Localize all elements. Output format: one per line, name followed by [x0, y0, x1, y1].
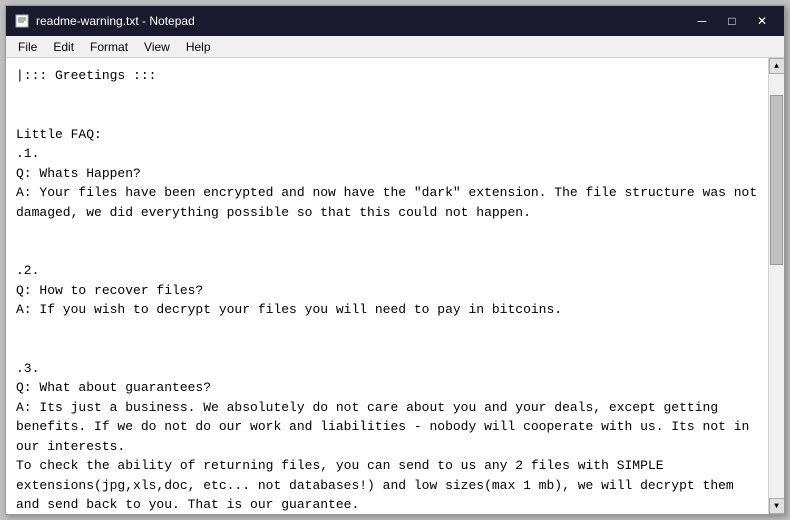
- scroll-thumb[interactable]: [770, 95, 783, 265]
- scroll-up-button[interactable]: ▲: [769, 58, 785, 74]
- text-editor[interactable]: |::: Greetings ::: Little FAQ: .1. Q: Wh…: [6, 58, 768, 514]
- window-title: readme-warning.txt - Notepad: [36, 14, 688, 28]
- menu-edit[interactable]: Edit: [45, 37, 82, 57]
- menu-bar: File Edit Format View Help: [6, 36, 784, 58]
- title-bar: readme-warning.txt - Notepad ─ □ ✕: [6, 6, 784, 36]
- notepad-window: readme-warning.txt - Notepad ─ □ ✕ File …: [5, 5, 785, 515]
- close-button[interactable]: ✕: [748, 11, 776, 31]
- scroll-track[interactable]: [769, 74, 784, 498]
- window-icon: [14, 13, 30, 29]
- menu-help[interactable]: Help: [178, 37, 219, 57]
- maximize-button[interactable]: □: [718, 11, 746, 31]
- scroll-down-button[interactable]: ▼: [769, 498, 785, 514]
- scrollbar[interactable]: ▲ ▼: [768, 58, 784, 514]
- window-controls: ─ □ ✕: [688, 11, 776, 31]
- menu-file[interactable]: File: [10, 37, 45, 57]
- menu-view[interactable]: View: [136, 37, 178, 57]
- menu-format[interactable]: Format: [82, 37, 136, 57]
- content-wrapper: |::: Greetings ::: Little FAQ: .1. Q: Wh…: [6, 58, 784, 514]
- minimize-button[interactable]: ─: [688, 11, 716, 31]
